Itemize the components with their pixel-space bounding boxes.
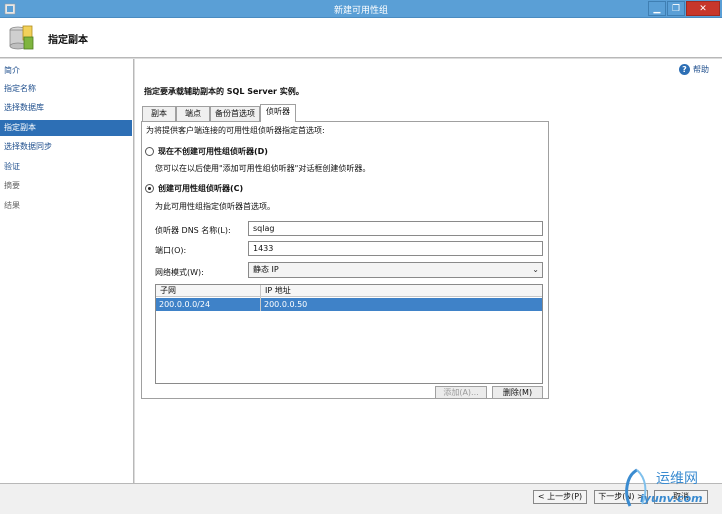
prev-button[interactable]: < 上一步(P) [533, 490, 587, 504]
grid-cell-subnet: 200.0.0.0/24 [159, 300, 211, 309]
add-ip-button[interactable]: 添加(A)... [435, 386, 487, 399]
sidebar-item-data-sync[interactable]: 选择数据同步 [0, 139, 132, 155]
help-link[interactable]: ? 帮助 [679, 64, 709, 75]
grid-column-divider [260, 285, 261, 311]
sidebar-item-validation[interactable]: 验证 [0, 159, 132, 175]
wizard-header: 指定副本 [0, 18, 722, 58]
window-titlebar: 新建可用性组 [0, 0, 722, 18]
sidebar-item-intro[interactable]: 简介 [0, 63, 132, 79]
create-listener-description: 为此可用性组指定侦听器首选项。 [155, 202, 275, 211]
help-label: 帮助 [693, 65, 709, 74]
radio-no-listener[interactable] [145, 147, 154, 156]
network-mode-select[interactable]: 静态 IP ⌄ [248, 262, 543, 278]
page-title: 指定副本 [48, 35, 88, 46]
sidebar-item-name[interactable]: 指定名称 [0, 81, 132, 97]
watermark: 运维网 iyunv.com [616, 464, 722, 514]
tab-backup-preferences[interactable]: 备份首选项 [210, 106, 260, 121]
page-instruction: 指定要承载辅助副本的 SQL Server 实例。 [144, 87, 304, 96]
sidebar-item-summary: 摘要 [4, 181, 20, 190]
network-mode-label: 网络模式(W): [155, 268, 204, 277]
port-input[interactable] [248, 241, 543, 256]
dns-name-label: 侦听器 DNS 名称(L): [155, 226, 231, 235]
watermark-text: 运维网 [656, 471, 698, 487]
sidebar-item-databases[interactable]: 选择数据库 [0, 100, 132, 116]
grid-cell-ip: 200.0.0.50 [264, 300, 308, 309]
watermark-url: iyunv.com [640, 492, 703, 505]
grid-header: 子网 IP 地址 [156, 285, 542, 297]
no-listener-description: 您可以在以后使用"添加可用性组侦听器"对话框创建侦听器。 [155, 164, 371, 173]
radio-create-listener-label[interactable]: 创建可用性组侦听器(C) [158, 183, 243, 194]
tab-endpoints[interactable]: 端点 [176, 106, 210, 121]
grid-header-ip: IP 地址 [265, 286, 291, 295]
sidebar-item-results: 结果 [4, 201, 20, 210]
radio-no-listener-label[interactable]: 现在不创建可用性组侦听器(D) [158, 146, 268, 157]
remove-ip-button[interactable]: 删除(M) [492, 386, 543, 399]
dns-name-input[interactable] [248, 221, 543, 236]
database-icon [9, 25, 34, 50]
table-row[interactable]: 200.0.0.0/24 200.0.0.50 [156, 298, 542, 311]
wizard-sidebar: 简介 指定名称 选择数据库 指定副本 选择数据同步 验证 摘要 结果 [0, 59, 134, 514]
maximize-button[interactable]: ❐ [667, 1, 685, 16]
sidebar-item-replicas[interactable]: 指定副本 [0, 120, 132, 136]
panel-intro: 为将提供客户端连接的可用性组侦听器指定首选项: [146, 126, 325, 135]
grid-header-subnet: 子网 [160, 286, 176, 295]
close-button[interactable]: ✕ [686, 1, 720, 16]
radio-create-listener[interactable] [145, 184, 154, 193]
help-icon: ? [679, 64, 690, 75]
window-title: 新建可用性组 [333, 6, 388, 16]
port-label: 端口(O): [155, 246, 187, 255]
network-mode-value: 静态 IP [253, 265, 279, 274]
chevron-down-icon: ⌄ [532, 265, 539, 274]
minimize-button[interactable]: ▁ [648, 1, 666, 16]
ip-address-grid[interactable]: 子网 IP 地址 200.0.0.0/24 200.0.0.50 [155, 284, 543, 384]
tab-listener[interactable]: 侦听器 [260, 104, 296, 122]
tab-replicas[interactable]: 副本 [142, 106, 176, 121]
